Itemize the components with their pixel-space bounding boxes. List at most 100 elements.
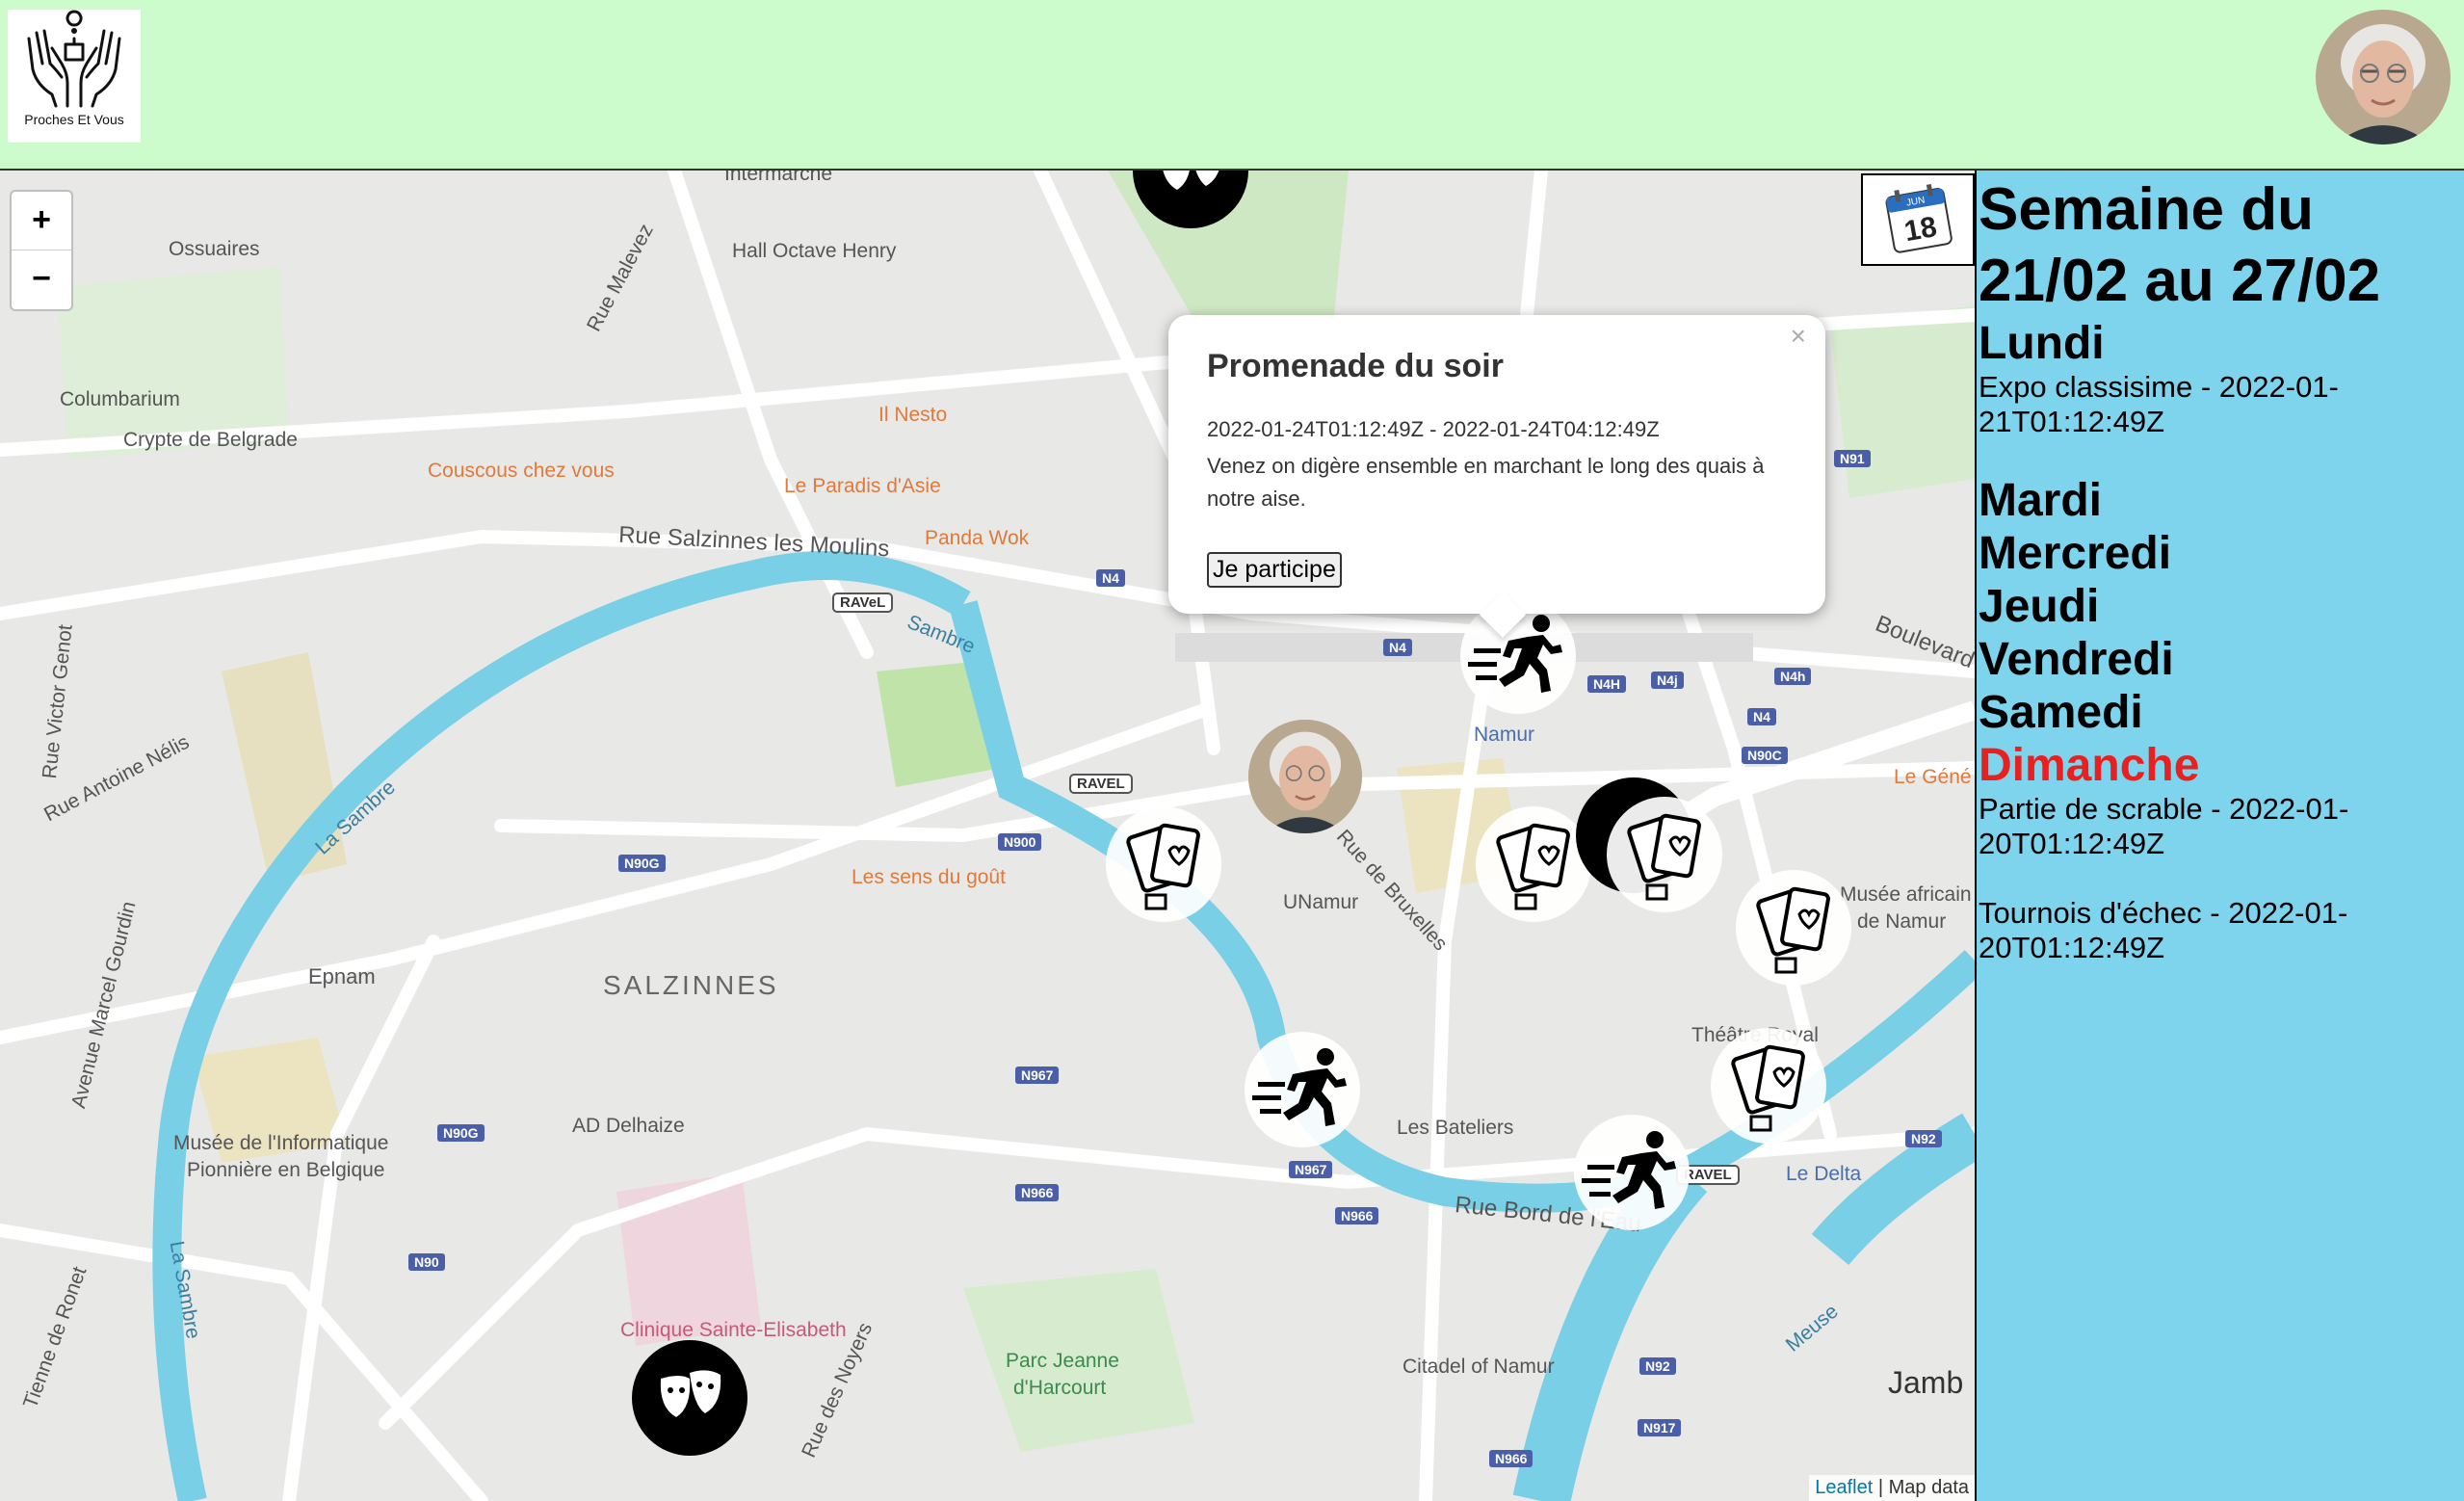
theater-masks-icon bbox=[1163, 171, 1219, 190]
running-marker[interactable] bbox=[1574, 1115, 1690, 1230]
map-label: Jamb bbox=[1888, 1365, 1964, 1400]
cards-marker[interactable] bbox=[1607, 797, 1722, 912]
road-shield: N91 bbox=[1834, 450, 1871, 467]
map-label: Namur bbox=[1474, 724, 1535, 746]
running-icon bbox=[1582, 1131, 1676, 1209]
map-label: Musée africain bbox=[1840, 883, 1972, 906]
day-mercredi: Mercredi bbox=[1979, 528, 2172, 579]
map-label: Ossuaires bbox=[169, 238, 260, 260]
map-label: SALZINNES bbox=[603, 970, 779, 1000]
map-label: AD Delhaize bbox=[572, 1115, 685, 1137]
theater-marker[interactable] bbox=[632, 1340, 747, 1456]
road-shield: N90 bbox=[408, 1253, 445, 1271]
map-label: Crypte de Belgrade bbox=[123, 429, 298, 451]
zoom-in-button[interactable]: + bbox=[12, 192, 71, 250]
road-shield: N967 bbox=[1289, 1161, 1333, 1178]
week-title: Semaine du 21/02 au 27/02 bbox=[1979, 176, 2381, 314]
map-label: Couscous chez vous bbox=[428, 460, 615, 482]
road-shield: N966 bbox=[1335, 1207, 1379, 1224]
road-shield: N90C bbox=[1742, 747, 1788, 764]
elderly-woman-avatar-image bbox=[1248, 720, 1362, 833]
elderly-woman-avatar-image bbox=[2316, 10, 2451, 145]
event-item[interactable]: Tournois d'échec - 2022-01-20T01:12:49Z bbox=[1979, 896, 2464, 965]
playing-cards-icon bbox=[1126, 823, 1200, 910]
popup-description: Venez on digère ensemble en marchant le … bbox=[1207, 454, 1765, 511]
map-attribution: Leaflet | Map data bbox=[1809, 1475, 1975, 1501]
map-label: Panda Wok bbox=[925, 527, 1030, 549]
map-label: Pionnière en Belgique bbox=[187, 1159, 385, 1181]
map-label: Intermarché bbox=[724, 171, 833, 185]
participate-button[interactable]: Je participe bbox=[1207, 552, 1342, 588]
popup-close-button[interactable]: × bbox=[1791, 321, 1806, 352]
road-shield: N4 bbox=[1096, 569, 1125, 587]
playing-cards-icon bbox=[1496, 823, 1570, 910]
playing-cards-icon bbox=[1627, 813, 1701, 901]
ravel-sign: RAVeL bbox=[832, 592, 894, 613]
map-label: d'Harcourt bbox=[1013, 1377, 1107, 1399]
road-shield: N4 bbox=[1383, 639, 1412, 656]
map-label: Hall Octave Henry bbox=[732, 240, 897, 262]
ravel-sign: RAVEL bbox=[1069, 774, 1133, 794]
event-item[interactable]: Expo classisime - 2022-01-21T01:12:49Z bbox=[1979, 370, 2464, 439]
zoom-control: + − bbox=[10, 190, 73, 311]
theater-marker[interactable] bbox=[1133, 171, 1248, 228]
attribution-text: | Map data bbox=[1873, 1477, 1969, 1498]
calendar-day: 18 bbox=[1902, 211, 1940, 248]
day-vendredi: Vendredi bbox=[1979, 634, 2174, 685]
cards-marker[interactable] bbox=[1106, 806, 1221, 922]
theater-masks-icon bbox=[660, 1370, 721, 1417]
road-shield: N4 bbox=[1747, 708, 1776, 725]
cards-marker[interactable] bbox=[1476, 806, 1591, 922]
app-logo[interactable]: Proches Et Vous bbox=[8, 10, 141, 143]
road-shield: N4j bbox=[1651, 672, 1684, 689]
map-label: UNamur bbox=[1283, 891, 1359, 913]
day-jeudi: Jeudi bbox=[1979, 581, 2100, 632]
day-samedi: Samedi bbox=[1979, 687, 2143, 738]
app-header: Proches Et Vous bbox=[0, 0, 2464, 171]
day-mardi: Mardi bbox=[1979, 475, 2103, 526]
road-shield: N966 bbox=[1489, 1450, 1533, 1467]
cards-marker[interactable] bbox=[1711, 1028, 1826, 1144]
user-location-marker[interactable] bbox=[1248, 720, 1362, 833]
road-shield: N4h bbox=[1774, 668, 1812, 685]
hands-map-pin-icon bbox=[27, 10, 121, 108]
road-shield: N917 bbox=[1638, 1419, 1682, 1436]
map-label: Columbarium bbox=[60, 388, 180, 410]
map-label: Il Nesto bbox=[878, 404, 948, 426]
calendar-icon: JUN 18 bbox=[1885, 184, 1953, 253]
running-icon bbox=[1252, 1048, 1347, 1126]
user-avatar[interactable] bbox=[2316, 10, 2451, 145]
road-shield: N90G bbox=[437, 1124, 485, 1142]
playing-cards-icon bbox=[1731, 1044, 1805, 1132]
map-label: Les Bateliers bbox=[1397, 1117, 1514, 1139]
zoom-out-button[interactable]: − bbox=[12, 250, 71, 308]
road-shield: N967 bbox=[1015, 1066, 1060, 1084]
day-lundi: Lundi bbox=[1979, 318, 2105, 369]
road-shield: N900 bbox=[998, 833, 1042, 851]
event-popup: × Promenade du soir 2022-01-24T01:12:49Z… bbox=[1168, 315, 1825, 639]
day-dimanche: Dimanche bbox=[1979, 740, 2200, 791]
leaflet-link[interactable]: Leaflet bbox=[1815, 1477, 1873, 1498]
event-item[interactable]: Partie de scrable - 2022-01-20T01:12:49Z bbox=[1979, 792, 2464, 861]
road-shield: N92 bbox=[1905, 1130, 1942, 1147]
popup-dates: 2022-01-24T01:12:49Z - 2022-01-24T04:12:… bbox=[1207, 417, 1660, 441]
running-marker[interactable] bbox=[1245, 1032, 1360, 1147]
map-label: de Namur bbox=[1857, 910, 1947, 933]
map-view[interactable]: Intermarché Ossuaires Hall Octave Henry … bbox=[0, 171, 1975, 1501]
road-shield: N966 bbox=[1015, 1184, 1060, 1201]
map-label: Citadel of Namur bbox=[1402, 1356, 1555, 1378]
map-label: Le Géné bbox=[1894, 766, 1972, 788]
road-shield: N4H bbox=[1587, 675, 1627, 693]
popup-title: Promenade du soir bbox=[1207, 348, 1504, 384]
logo-text: Proches Et Vous bbox=[24, 112, 124, 127]
cards-marker[interactable] bbox=[1736, 870, 1851, 986]
map-label: Clinique Sainte-Elisabeth bbox=[620, 1319, 847, 1341]
playing-cards-icon bbox=[1756, 886, 1830, 974]
road-shield: N92 bbox=[1639, 1357, 1676, 1375]
road-shield: N90G bbox=[618, 855, 666, 872]
map-label: Le Delta bbox=[1786, 1163, 1862, 1185]
calendar-button[interactable]: JUN 18 bbox=[1861, 173, 1975, 266]
map-label: Musée de l'Informatique bbox=[173, 1132, 389, 1154]
map-label: Epnam bbox=[308, 964, 376, 988]
map-label: Le Paradis d'Asie bbox=[784, 475, 941, 497]
